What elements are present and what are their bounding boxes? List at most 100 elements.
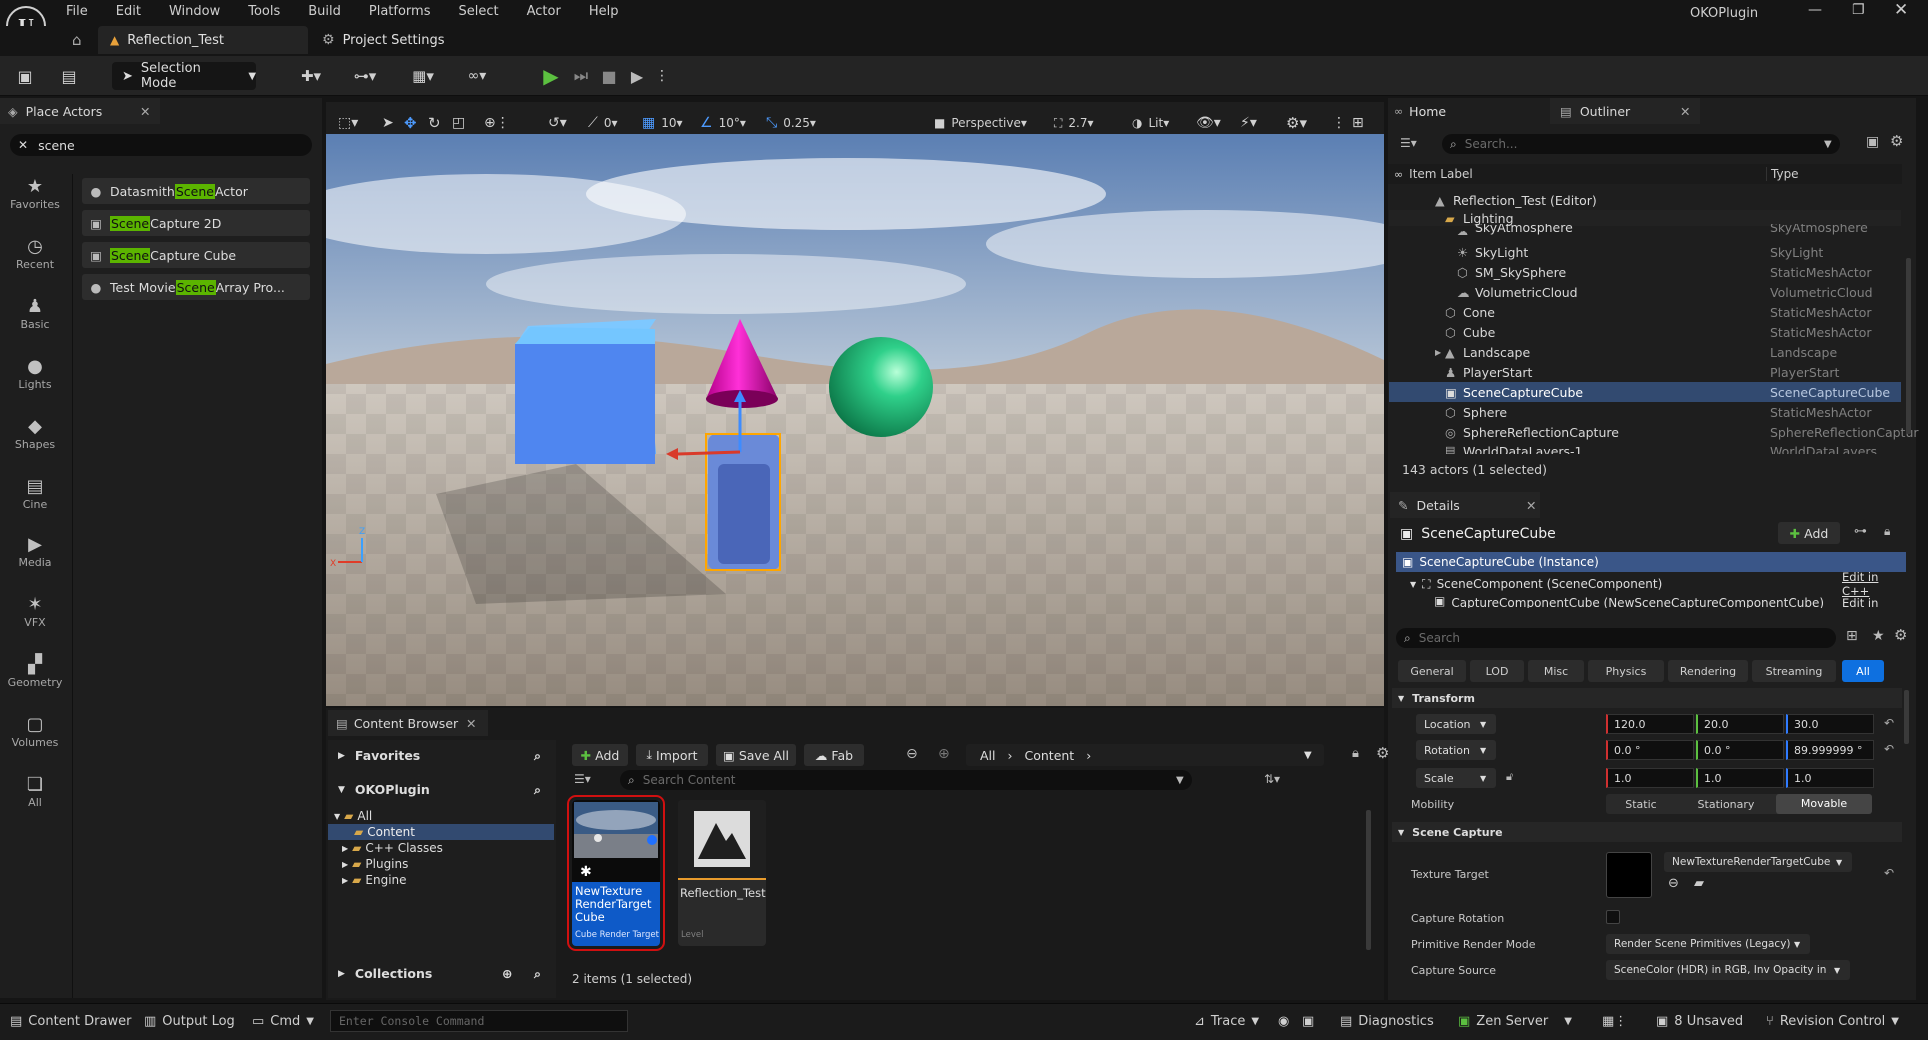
transform-dropdown[interactable]: ⬚▾ bbox=[338, 112, 358, 134]
add-folder-icon[interactable]: ▣ bbox=[1866, 134, 1879, 150]
collections-section[interactable]: ▶ Collections ⊕ ⌕ bbox=[338, 966, 548, 982]
location-z[interactable]: 30.0 bbox=[1786, 714, 1874, 734]
category-basic[interactable]: ♟ Basic bbox=[2, 296, 68, 356]
content-drawer-button[interactable]: ▤ Content Drawer bbox=[10, 1010, 131, 1032]
outliner-row[interactable]: ☁ SkyAtmosphere SkyAtmosphere bbox=[1389, 224, 1901, 238]
category-media[interactable]: ▶ Media bbox=[2, 534, 68, 594]
menu-edit[interactable]: Edit bbox=[102, 0, 155, 24]
grid-snap[interactable]: ▦ 10 ▾ bbox=[642, 112, 683, 134]
rotation-z[interactable]: 89.999999 ° bbox=[1786, 740, 1874, 760]
details-settings-icon[interactable]: ⚙ bbox=[1894, 626, 1907, 644]
browse-asset-icon[interactable]: ▰ bbox=[1694, 876, 1704, 891]
stop-icon[interactable]: ■ bbox=[598, 64, 620, 88]
close-tab-icon[interactable]: ✕ bbox=[1526, 498, 1536, 513]
category-recent[interactable]: ◷ Recent bbox=[2, 236, 68, 296]
console-input[interactable]: Enter Console Command bbox=[330, 1010, 628, 1032]
location-dropdown[interactable]: Location ▼ bbox=[1416, 714, 1496, 734]
scale-z[interactable]: 1.0 bbox=[1786, 768, 1874, 788]
category-volumes[interactable]: ▢ Volumes bbox=[2, 714, 68, 774]
cb-save-all-button[interactable]: ▣ Save All bbox=[716, 744, 796, 766]
mobility-stationary[interactable]: Stationary bbox=[1676, 798, 1776, 811]
record-icon[interactable]: ◉ bbox=[1278, 1010, 1289, 1032]
blueprint-icon[interactable]: ⊶▾ bbox=[346, 65, 384, 87]
blueprint-icon[interactable]: ⊶ bbox=[1854, 524, 1867, 539]
outliner-row[interactable]: ⬡ Cone StaticMeshActor bbox=[1389, 302, 1901, 322]
tree-item-engine[interactable]: ▶ ▰ Engine bbox=[328, 872, 554, 888]
details-search-input[interactable]: ⌕ Search bbox=[1396, 628, 1836, 648]
category-lights[interactable]: ● Lights bbox=[2, 356, 68, 416]
lock-icon[interactable]: 🔒︎ bbox=[1352, 746, 1359, 761]
mobility-movable[interactable]: Movable bbox=[1776, 794, 1872, 814]
perspective-dropdown[interactable]: ■ Perspective ▾ bbox=[934, 112, 1027, 134]
path-content[interactable]: Content bbox=[1025, 748, 1075, 763]
scale-tool-icon[interactable]: ◰ bbox=[452, 112, 465, 134]
add-actor-icon[interactable]: ✚▾ bbox=[292, 65, 330, 87]
actor-item-capture-cube[interactable]: ▣ Scene Capture Cube bbox=[82, 242, 310, 268]
tree-item-all[interactable]: ▼ ▰ All bbox=[328, 808, 554, 824]
menu-actor[interactable]: Actor bbox=[513, 0, 575, 24]
cb-import-button[interactable]: ⤓ Import bbox=[636, 744, 708, 766]
tab-level[interactable]: ▲ Reflection_Test bbox=[98, 26, 308, 54]
unsaved-button[interactable]: ▣ 8 Unsaved bbox=[1656, 1010, 1743, 1032]
show-dropdown[interactable]: 👁▾ bbox=[1196, 112, 1221, 134]
select-tool-icon[interactable]: ➤ bbox=[382, 112, 394, 134]
col-type[interactable]: Type bbox=[1766, 167, 1799, 181]
outliner-row[interactable]: ▲ Reflection_Test (Editor) bbox=[1389, 190, 1901, 210]
outliner-filter-icon[interactable]: ☰▾ bbox=[1400, 136, 1417, 150]
selection-mode-dropdown[interactable]: ➤ Selection Mode ▼ bbox=[112, 61, 256, 91]
home-tab[interactable]: ∞ Home bbox=[1388, 98, 1548, 124]
path-dropdown-icon[interactable]: ▼ bbox=[1304, 750, 1312, 761]
filter-icon[interactable]: ☰▾ bbox=[574, 772, 591, 786]
rotate-snap[interactable]: ∠ 10° ▾ bbox=[700, 112, 746, 134]
outliner-row-selected[interactable]: ▣ SceneCaptureCube SceneCaptureCube bbox=[1389, 382, 1901, 402]
restore-icon[interactable]: ❐ bbox=[1852, 2, 1865, 18]
outliner-settings-icon[interactable]: ⚙ bbox=[1890, 132, 1903, 150]
sort-icon[interactable]: ⇅▾ bbox=[1264, 772, 1280, 786]
modes-icon[interactable]: ∞▾ bbox=[458, 65, 496, 87]
category-cine[interactable]: ▤ Cine bbox=[2, 476, 68, 534]
use-selected-icon[interactable]: ⊖ bbox=[1668, 876, 1679, 891]
save-icon[interactable]: ▣ bbox=[14, 65, 36, 87]
search-icon[interactable]: ⌕ bbox=[534, 782, 541, 798]
outliner-row[interactable]: ◎ SphereReflectionCapture SphereReflection… bbox=[1389, 422, 1919, 442]
project-section[interactable]: ▼ OKOPlugin ⌕ bbox=[338, 782, 548, 798]
menu-help[interactable]: Help bbox=[575, 0, 633, 24]
rotation-y[interactable]: 0.0 ° bbox=[1696, 740, 1784, 760]
category-shapes[interactable]: ◆ Shapes bbox=[2, 416, 68, 476]
actor-item-capture-2d[interactable]: ▣ Scene Capture 2D bbox=[82, 210, 310, 236]
category-favorites[interactable]: ★ Favorites bbox=[2, 176, 68, 236]
asset-tile-level[interactable]: Reflection_Test Level bbox=[678, 800, 766, 946]
filter-rendering[interactable]: Rendering bbox=[1668, 660, 1748, 682]
menu-platforms[interactable]: Platforms bbox=[355, 0, 445, 24]
translate-tool-icon[interactable]: ✥ bbox=[404, 112, 417, 134]
history-back-icon[interactable]: ⊖ bbox=[906, 746, 918, 762]
viewport-scene[interactable]: X Z bbox=[326, 134, 1384, 706]
trace-dropdown[interactable]: ⊿ Trace ▼ bbox=[1194, 1010, 1259, 1032]
cb-fab-button[interactable]: ☁ Fab bbox=[804, 744, 864, 766]
browse-icon[interactable]: ▤ bbox=[58, 65, 80, 87]
viewport-layout-icon[interactable]: ⊞ bbox=[1352, 112, 1364, 134]
reset-location-icon[interactable]: ↶ bbox=[1884, 716, 1894, 730]
outliner-row[interactable]: ⬡ Sphere StaticMeshActor bbox=[1389, 402, 1901, 422]
world-local-icon[interactable]: ⊕⋮ bbox=[484, 112, 510, 134]
menu-select[interactable]: Select bbox=[445, 0, 513, 24]
tree-item-cpp[interactable]: ▶ ▰ C++ Classes bbox=[328, 840, 554, 856]
history-forward-icon[interactable]: ⊕ bbox=[938, 746, 950, 762]
revision-control-dropdown[interactable]: ⑂ Revision Control ▼ bbox=[1766, 1010, 1899, 1032]
close-window-icon[interactable]: ✕ bbox=[1894, 0, 1908, 20]
rotation-x[interactable]: 0.0 ° bbox=[1606, 740, 1694, 760]
place-actors-tab[interactable]: ◈ Place Actors ✕ bbox=[0, 98, 160, 124]
lock-icon[interactable]: 🔒︎ bbox=[1884, 524, 1890, 539]
outliner-row[interactable]: ▶ ▲ Landscape Landscape bbox=[1389, 342, 1901, 362]
actor-item-test-movie[interactable]: ● Test Movie Scene Array Pro... bbox=[82, 274, 310, 300]
cinematics-icon[interactable]: ▦▾ bbox=[404, 65, 442, 87]
eject-icon[interactable]: ▶︎ bbox=[626, 64, 648, 88]
filter-lod[interactable]: LOD bbox=[1470, 660, 1524, 682]
close-tab-icon[interactable]: ✕ bbox=[1680, 104, 1690, 119]
outliner-row[interactable]: ♟ PlayerStart PlayerStart bbox=[1389, 362, 1901, 382]
location-x[interactable]: 120.0 bbox=[1606, 714, 1694, 734]
favorites-section[interactable]: ▶ Favorites ⌕ bbox=[338, 748, 548, 764]
outliner-row[interactable]: ☁ VolumetricCloud VolumetricCloud bbox=[1389, 282, 1901, 302]
scene-capture-section-header[interactable]: ▼ Scene Capture bbox=[1392, 822, 1902, 842]
viewport-settings-icon[interactable]: ⚙▾ bbox=[1286, 112, 1307, 134]
